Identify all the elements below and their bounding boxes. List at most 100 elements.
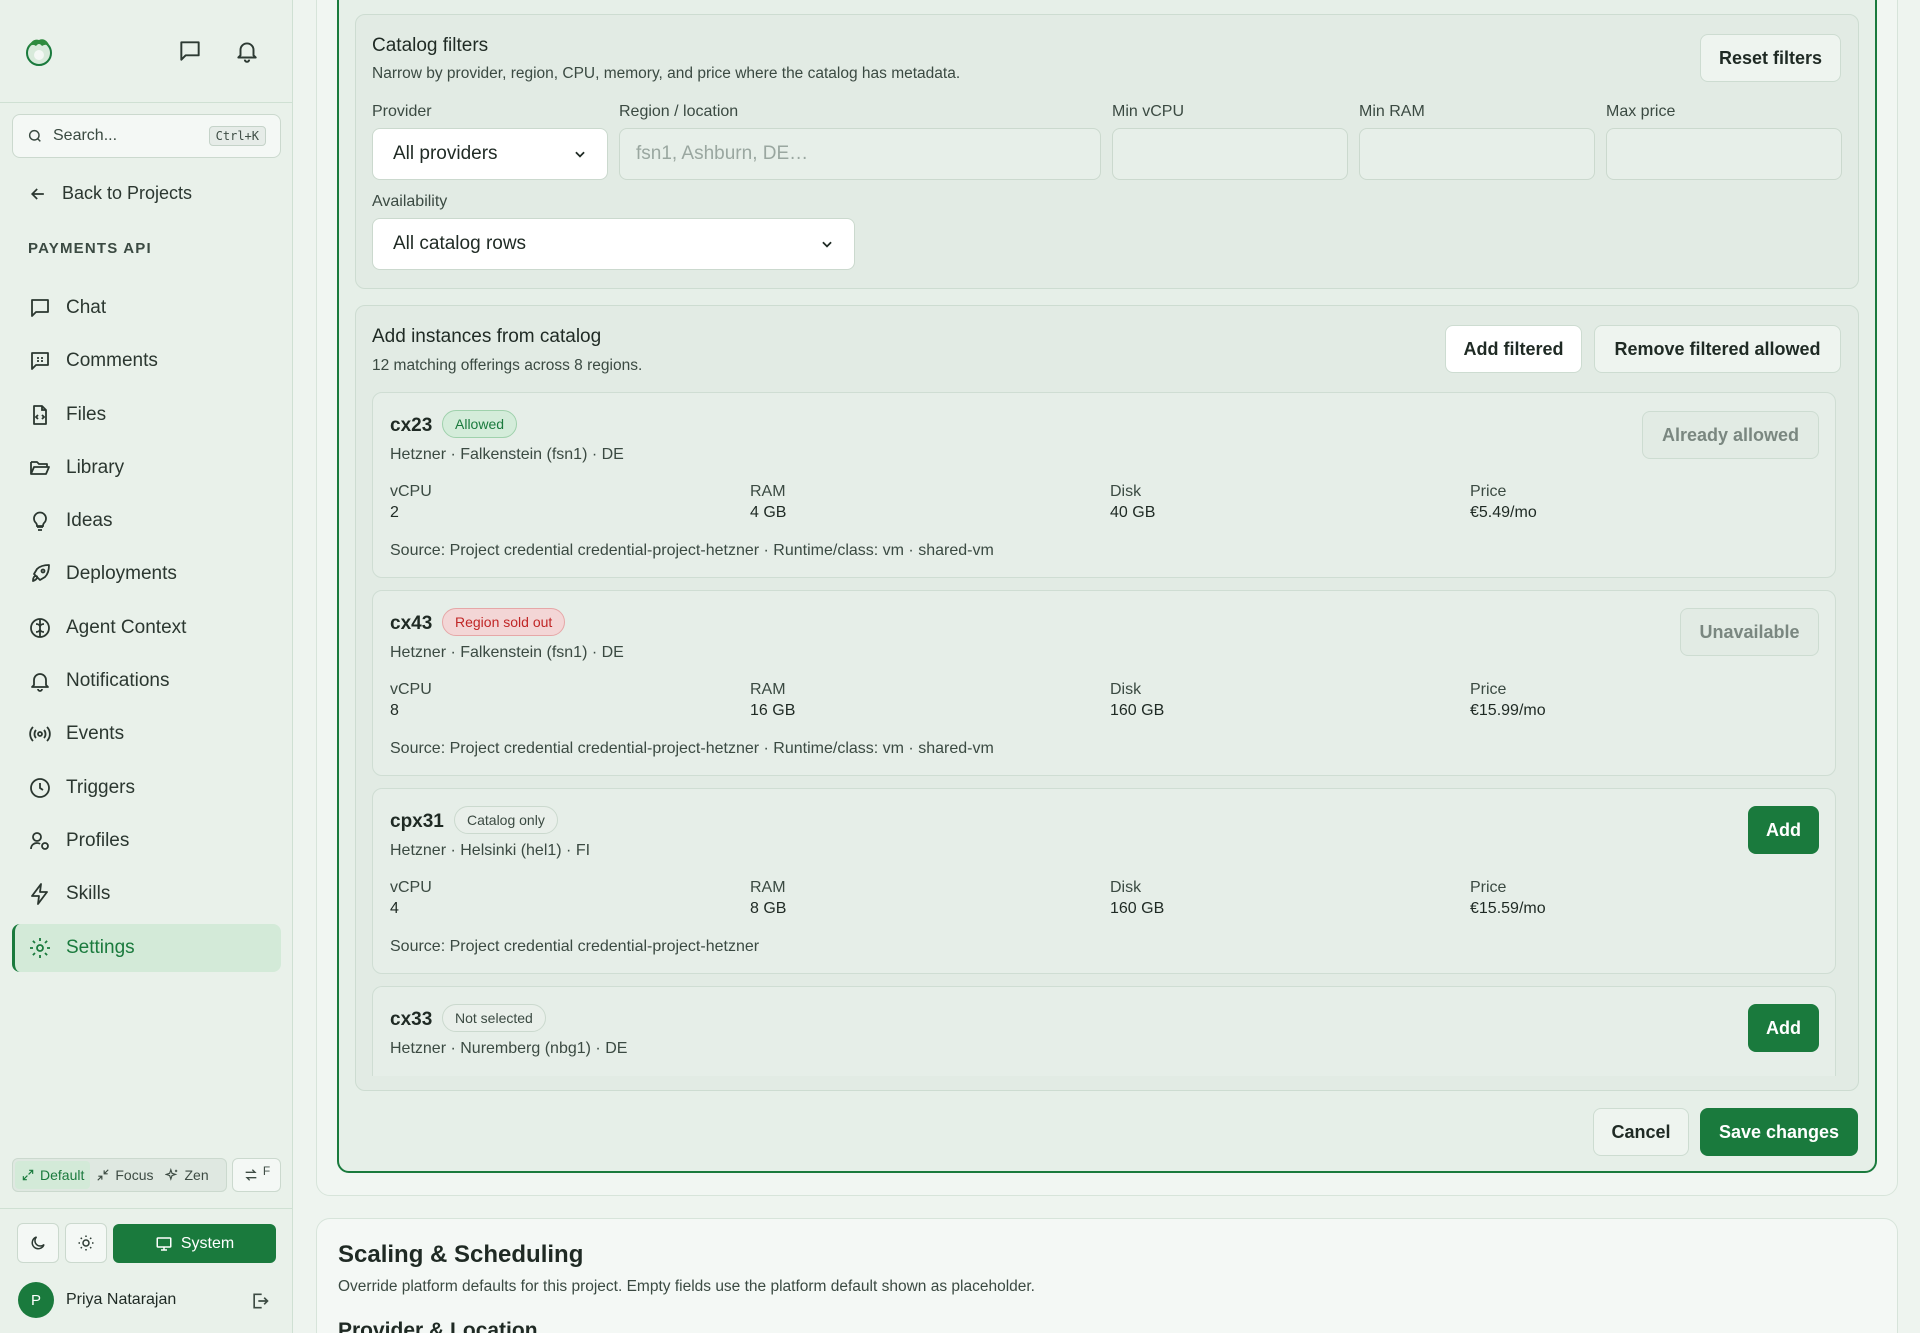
availability-label: Availability — [372, 193, 448, 210]
rocket-icon — [32, 564, 50, 583]
sidebar-item-comments[interactable]: Comments — [12, 337, 281, 385]
sidebar-nav: Chat Comments Files Library Ideas Deploy… — [12, 284, 281, 977]
add-instance-button[interactable]: Add — [1748, 1004, 1819, 1052]
dark-theme-button[interactable] — [17, 1223, 59, 1263]
sidebar-item-notifications[interactable]: Notifications — [12, 657, 281, 705]
mode-zen-button[interactable]: Zen — [159, 1161, 214, 1189]
file-code-icon — [33, 404, 47, 425]
sidebar-item-profiles[interactable]: Profiles — [12, 817, 281, 865]
search-input[interactable]: Search... Ctrl+K — [12, 114, 281, 158]
disk-value: 160 GB — [1110, 702, 1165, 719]
provider-select[interactable]: All providers — [372, 128, 608, 180]
ram-value: 16 GB — [750, 702, 796, 719]
disk-label: Disk — [1110, 681, 1142, 698]
sidebar-item-agent-context[interactable]: Agent Context — [12, 604, 281, 652]
provider-location-heading: Provider & Location — [338, 1319, 538, 1333]
availability-select[interactable]: All catalog rows — [372, 218, 855, 270]
avatar: P — [18, 1282, 54, 1318]
remove-filtered-allowed-button[interactable]: Remove filtered allowed — [1594, 325, 1841, 373]
sidebar-item-label: Library — [66, 456, 125, 478]
sun-icon — [78, 1235, 94, 1251]
sidebar-item-library[interactable]: Library — [12, 444, 281, 492]
unavailable-button[interactable]: Unavailable — [1680, 608, 1819, 656]
scaling-title: Scaling & Scheduling — [338, 1241, 584, 1268]
mode-default-label: Default — [40, 1167, 85, 1183]
user-menu[interactable]: P Priya Natarajan — [18, 1282, 176, 1318]
instance-source: Source: Project credential credential-pr… — [390, 542, 994, 559]
sidebar-item-label: Triggers — [66, 776, 135, 798]
instance-location: Hetzner · Helsinki (hel1) · FI — [390, 842, 591, 859]
sidebar-item-settings[interactable]: Settings — [12, 923, 281, 972]
vcpu-label: vCPU — [390, 483, 432, 500]
clock-icon — [30, 777, 50, 798]
reset-filters-button[interactable]: Reset filters — [1700, 34, 1841, 82]
messages-icon[interactable] — [177, 38, 203, 64]
sidebar-item-label: Files — [66, 403, 107, 425]
instance-source: Source: Project credential credential-pr… — [390, 740, 994, 757]
min-vcpu-input[interactable] — [1112, 128, 1348, 180]
mode-toggle-button[interactable]: F — [232, 1158, 281, 1192]
layout-mode-switcher: Default Focus Zen — [12, 1158, 227, 1192]
mode-focus-label: Focus — [115, 1167, 154, 1183]
instance-name: cx43 — [390, 613, 433, 634]
sidebar-item-label: Agent Context — [66, 616, 187, 638]
chevron-down-icon — [575, 151, 585, 158]
sidebar-item-files[interactable]: Files — [12, 391, 281, 439]
sidebar-item-deployments[interactable]: Deployments — [12, 550, 281, 598]
sidebar-item-triggers[interactable]: Triggers — [12, 764, 281, 812]
max-price-input[interactable] — [1606, 128, 1842, 180]
bell-icon[interactable] — [234, 38, 260, 64]
sidebar-header — [0, 0, 292, 103]
back-to-projects-link[interactable]: Back to Projects — [28, 183, 192, 204]
price-label: Price — [1470, 483, 1507, 500]
availability-value: All catalog rows — [393, 233, 527, 254]
disk-value: 40 GB — [1110, 504, 1156, 521]
system-theme-label: System — [180, 1234, 235, 1252]
ram-value: 4 GB — [750, 504, 787, 521]
scaling-card: Scaling & Scheduling Override platform d… — [316, 1218, 1898, 1333]
vcpu-value: 4 — [390, 900, 399, 917]
status-badge: Allowed — [442, 410, 518, 438]
cancel-button[interactable]: Cancel — [1593, 1108, 1689, 1156]
user-name: Priya Natarajan — [66, 1291, 177, 1308]
logo-icon[interactable] — [22, 34, 56, 68]
max-price-label: Max price — [1606, 103, 1676, 120]
shrink-icon — [97, 1169, 110, 1181]
sidebar-item-label: Skills — [66, 883, 111, 905]
expand-icon — [22, 1169, 34, 1181]
disk-value: 160 GB — [1110, 900, 1165, 917]
sidebar-item-label: Chat — [66, 297, 107, 318]
system-theme-button[interactable]: System — [113, 1224, 276, 1263]
logout-icon[interactable] — [250, 1291, 270, 1311]
mode-focus-button[interactable]: Focus — [90, 1161, 159, 1189]
mode-default-button[interactable]: Default — [15, 1161, 91, 1189]
chevron-down-icon — [822, 241, 832, 248]
instances-title: Add instances from catalog — [372, 326, 602, 347]
instance-location: Hetzner · Falkenstein (fsn1) · DE — [390, 644, 624, 661]
monitor-icon — [156, 1236, 172, 1251]
sidebar-item-events[interactable]: Events — [12, 710, 281, 758]
min-ram-input[interactable] — [1359, 128, 1595, 180]
already-allowed-button[interactable]: Already allowed — [1642, 411, 1819, 459]
project-label: PAYMENTS API — [28, 240, 152, 257]
instances-subtitle: 12 matching offerings across 8 regions. — [372, 357, 643, 374]
sidebar-item-chat[interactable]: Chat — [12, 284, 281, 332]
price-value: €5.49/mo — [1470, 504, 1537, 521]
disk-label: Disk — [1110, 483, 1142, 500]
price-label: Price — [1470, 879, 1507, 896]
price-value: €15.59/mo — [1470, 900, 1546, 917]
vcpu-label: vCPU — [390, 681, 432, 698]
price-label: Price — [1470, 681, 1507, 698]
sidebar-item-skills[interactable]: Skills — [12, 870, 281, 918]
list-item: cx23 Allowed Hetzner · Falkenstein (fsn1… — [372, 392, 1836, 578]
vcpu-label: vCPU — [390, 879, 432, 896]
region-label: Region / location — [619, 103, 739, 120]
sidebar-item-ideas[interactable]: Ideas — [12, 497, 281, 545]
region-input[interactable]: fsn1, Ashburn, DE… — [619, 128, 1101, 180]
light-theme-button[interactable] — [65, 1223, 107, 1263]
add-instance-button[interactable]: Add — [1748, 806, 1819, 854]
instance-name: cx33 — [390, 1009, 433, 1030]
save-changes-button[interactable]: Save changes — [1700, 1108, 1858, 1156]
add-filtered-button[interactable]: Add filtered — [1445, 325, 1582, 373]
sidebar-item-label: Profiles — [66, 829, 130, 851]
